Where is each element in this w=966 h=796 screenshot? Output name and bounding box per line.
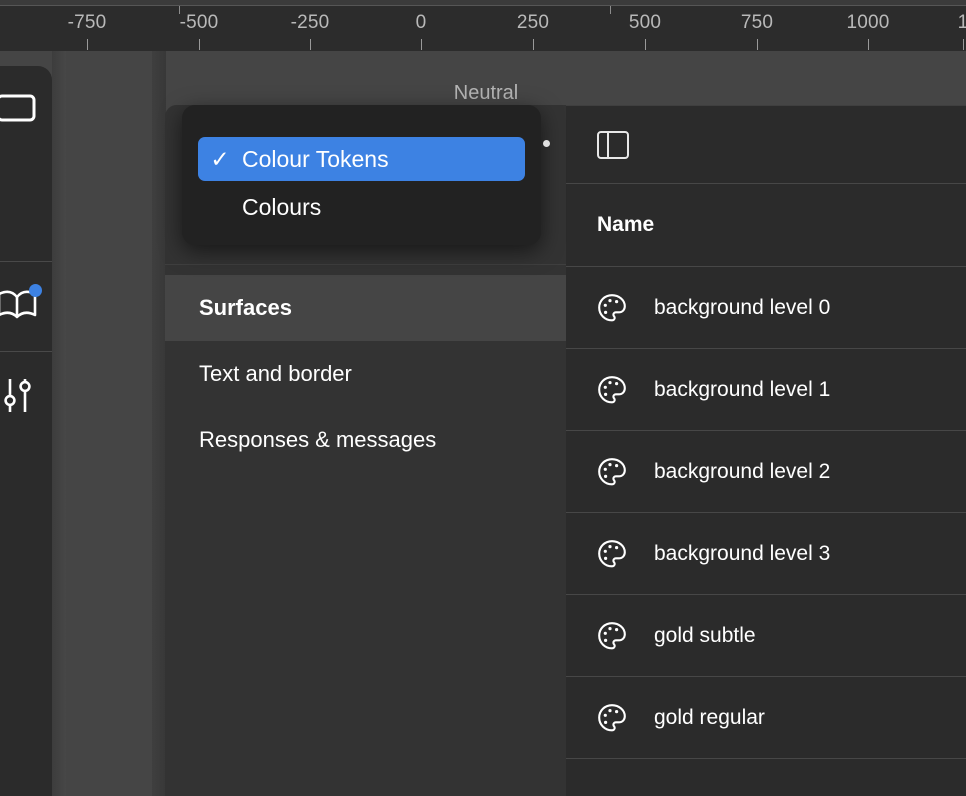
token-name: gold regular [654, 705, 765, 729]
palette-icon [597, 621, 627, 651]
sliders-icon [0, 374, 38, 421]
section-item[interactable]: Surfaces [165, 275, 566, 341]
checkmark-icon: ✓ [210, 145, 230, 172]
ruler-tick-label: 1 [957, 12, 966, 33]
ruler-tick-label: -750 [67, 12, 107, 33]
ruler-tick-mark [199, 39, 200, 50]
ruler-tick-label: -250 [290, 12, 330, 33]
section-item-label: Text and border [199, 361, 352, 386]
table-row[interactable]: gold regular [566, 677, 966, 759]
frame-icon [0, 94, 37, 129]
artboard-title[interactable]: Neutral [454, 82, 518, 105]
ruler-tick-mark [645, 39, 646, 50]
token-name: background level 0 [654, 295, 831, 319]
dropdown-item-label: Colours [242, 193, 322, 220]
token-name: background level 1 [654, 377, 831, 401]
book-icon [0, 283, 42, 327]
tokens-panel-header [566, 106, 966, 184]
panel-shadow [152, 51, 166, 796]
ruler-tick-mark [310, 39, 311, 50]
token-name: background level 2 [654, 459, 831, 483]
notification-badge [29, 283, 42, 297]
tool-rail [0, 66, 52, 796]
tool-rail-shadow [52, 51, 66, 796]
tokens-panel: Name background level 0 background level … [566, 105, 966, 796]
table-row[interactable]: background level 0 [566, 267, 966, 349]
ruler-tick-mark [421, 39, 422, 50]
dropdown-anchor-dot [543, 140, 550, 147]
table-row[interactable]: background level 2 [566, 431, 966, 513]
section-item-label: Responses & messages [199, 427, 437, 452]
ruler-tick-label: 750 [740, 12, 774, 33]
ruler-tick-label: -500 [179, 12, 219, 33]
column-header-name: Name [566, 184, 966, 267]
palette-icon [597, 375, 627, 405]
view-mode-dropdown[interactable]: ✓ Colour Tokens Colours [182, 105, 541, 245]
palette-icon [597, 293, 627, 323]
ruler-tick-mark [533, 39, 534, 50]
palette-icon [597, 539, 627, 569]
ruler-tick-mark [757, 39, 758, 50]
panel-toggle-icon[interactable] [597, 130, 629, 159]
ruler-tick-label: 500 [628, 12, 662, 33]
table-row[interactable]: background level 3 [566, 513, 966, 595]
dropdown-item[interactable]: ✓ Colour Tokens [198, 137, 525, 181]
ruler-tick-mark [963, 39, 964, 50]
section-item-label: Surfaces [199, 295, 292, 320]
ruler-tick-label: 1000 [846, 12, 890, 33]
horizontal-ruler[interactable]: -750 -500 -250 0 250 500 750 1000 1 [0, 6, 966, 51]
tool-rail-item-sliders[interactable] [0, 351, 52, 442]
app-root: -750 -500 -250 0 250 500 750 1000 1 Neutral Surf… [0, 0, 966, 796]
section-item[interactable]: Responses & messages [165, 407, 566, 473]
palette-icon [597, 457, 627, 487]
token-name: background level 3 [654, 541, 831, 565]
ruler-tick-label: 0 [415, 12, 427, 33]
token-list: background level 0 background level 1 back… [566, 267, 966, 796]
table-row[interactable]: background level 1 [566, 349, 966, 431]
dropdown-item[interactable]: Colours [198, 185, 525, 229]
section-item[interactable]: Text and border [165, 341, 566, 407]
palette-icon [597, 703, 627, 733]
ruler-tick-label: 250 [516, 12, 550, 33]
ruler-tick-mark [868, 39, 869, 50]
token-name: gold subtle [654, 623, 756, 647]
table-row[interactable]: gold subtle [566, 595, 966, 677]
tool-rail-item-frame[interactable] [0, 66, 52, 156]
dropdown-item-label: Colour Tokens [242, 145, 389, 172]
ruler-tick-mark [87, 39, 88, 50]
tool-rail-item-book[interactable] [0, 261, 52, 352]
